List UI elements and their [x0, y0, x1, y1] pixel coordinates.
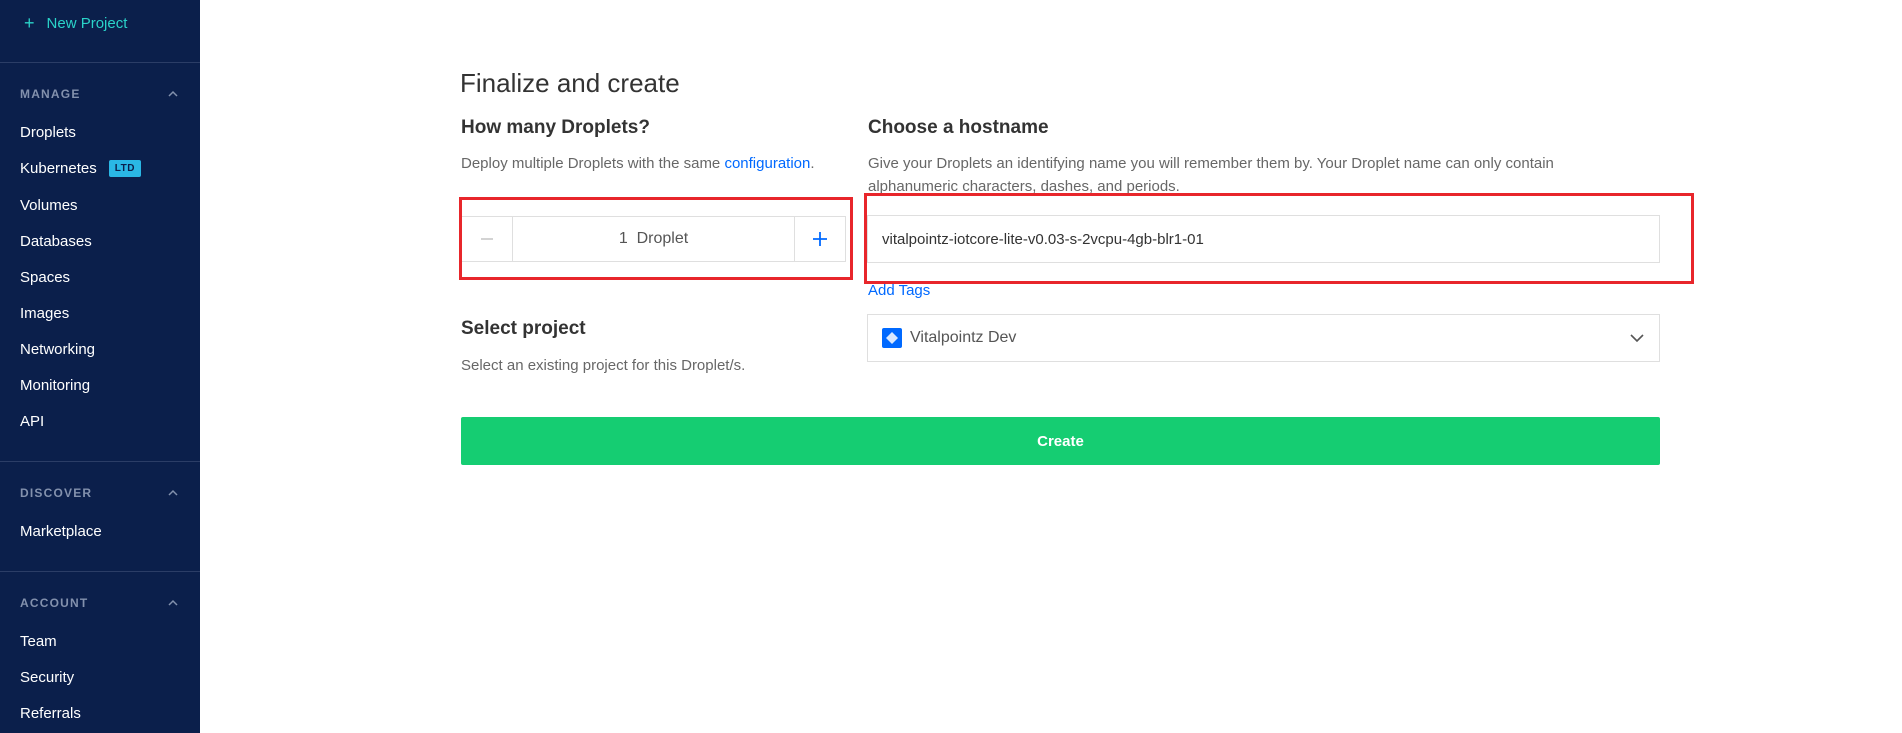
- sidebar-item-label: Security: [20, 669, 75, 686]
- decrement-button[interactable]: [462, 217, 513, 261]
- sidebar-item-kubernetes[interactable]: Kubernetes LTD: [20, 160, 141, 177]
- droplets-desc-suffix: .: [810, 155, 815, 172]
- section-discover-label: DISCOVER: [20, 486, 93, 500]
- sidebar-divider: [0, 571, 200, 572]
- chevron-up-icon: [168, 90, 178, 97]
- droplets-heading: How many Droplets?: [461, 117, 650, 138]
- project-description: Select an existing project for this Drop…: [461, 357, 746, 374]
- hostname-description: Give your Droplets an identifying name y…: [868, 155, 1554, 195]
- sidebar-item-label: Marketplace: [20, 523, 102, 540]
- main-content: Finalize and create How many Droplets? D…: [200, 0, 1902, 733]
- plus-icon: [813, 232, 827, 246]
- sidebar-item-label: API: [20, 413, 45, 430]
- increment-button[interactable]: [794, 217, 845, 261]
- sidebar-item-volumes[interactable]: Volumes: [20, 197, 78, 214]
- sidebar-item-security[interactable]: Security: [20, 669, 74, 686]
- plus-icon: +: [24, 13, 35, 33]
- sidebar-item-label: Monitoring: [20, 377, 91, 394]
- sidebar-item-api[interactable]: API: [20, 413, 44, 430]
- chevron-up-icon: [168, 599, 178, 606]
- sidebar-item-label: Databases: [20, 233, 92, 250]
- hostname-input[interactable]: [867, 215, 1660, 263]
- droplet-count-value: 1: [618, 230, 628, 247]
- sidebar-item-label: Images: [20, 305, 70, 322]
- ltd-badge: LTD: [108, 160, 141, 177]
- project-icon: [882, 328, 902, 348]
- new-project-button[interactable]: + New Project: [24, 14, 127, 32]
- section-manage-header[interactable]: MANAGE: [20, 87, 180, 101]
- project-select-value: Vitalpointz Dev: [910, 329, 1017, 346]
- sidebar-item-label: Team: [20, 633, 57, 650]
- project-heading: Select project: [461, 318, 586, 339]
- sidebar-item-databases[interactable]: Databases: [20, 233, 92, 250]
- sidebar-item-images[interactable]: Images: [20, 305, 69, 322]
- configuration-link[interactable]: configuration: [724, 155, 810, 172]
- sidebar-item-networking[interactable]: Networking: [20, 341, 95, 358]
- section-discover-header[interactable]: DISCOVER: [20, 486, 180, 500]
- new-project-label: New Project: [46, 14, 128, 32]
- minus-icon: [481, 238, 493, 240]
- sidebar-item-label: Volumes: [20, 197, 78, 214]
- droplet-count-unit: Droplet: [636, 230, 689, 247]
- sidebar-divider: [0, 62, 200, 63]
- sidebar-item-label: Spaces: [20, 269, 71, 286]
- section-account-header[interactable]: ACCOUNT: [20, 596, 180, 610]
- sidebar-item-marketplace[interactable]: Marketplace: [20, 523, 102, 540]
- section-account-label: ACCOUNT: [20, 596, 89, 610]
- sidebar-item-droplets[interactable]: Droplets: [20, 124, 76, 141]
- sidebar-item-label: Networking: [20, 341, 96, 358]
- page-title: Finalize and create: [460, 68, 680, 98]
- sidebar-item-team[interactable]: Team: [20, 633, 57, 650]
- chevron-down-icon: [1630, 334, 1644, 343]
- sidebar-divider: [0, 461, 200, 462]
- diamond-icon: [886, 332, 898, 344]
- droplet-quantity-stepper: 1 Droplet: [461, 216, 846, 262]
- add-tags-link[interactable]: Add Tags: [868, 282, 930, 299]
- sidebar-item-label: Kubernetes: [20, 160, 97, 177]
- sidebar-item-label: Referrals: [20, 705, 81, 722]
- droplet-count-display: 1 Droplet: [513, 217, 794, 261]
- create-button[interactable]: Create: [461, 417, 1660, 465]
- project-select[interactable]: Vitalpointz Dev: [867, 314, 1660, 362]
- droplets-description: Deploy multiple Droplets with the same c…: [461, 152, 851, 175]
- hostname-heading: Choose a hostname: [868, 117, 1049, 138]
- chevron-up-icon: [168, 489, 178, 496]
- sidebar-item-monitoring[interactable]: Monitoring: [20, 377, 90, 394]
- sidebar-item-spaces[interactable]: Spaces: [20, 269, 70, 286]
- section-manage-label: MANAGE: [20, 87, 81, 101]
- sidebar-item-label: Droplets: [20, 124, 76, 141]
- sidebar-item-referrals[interactable]: Referrals: [20, 705, 81, 722]
- droplets-desc-text: Deploy multiple Droplets with the same: [461, 155, 725, 172]
- sidebar: + New Project MANAGE Droplets Kubernetes…: [0, 0, 200, 733]
